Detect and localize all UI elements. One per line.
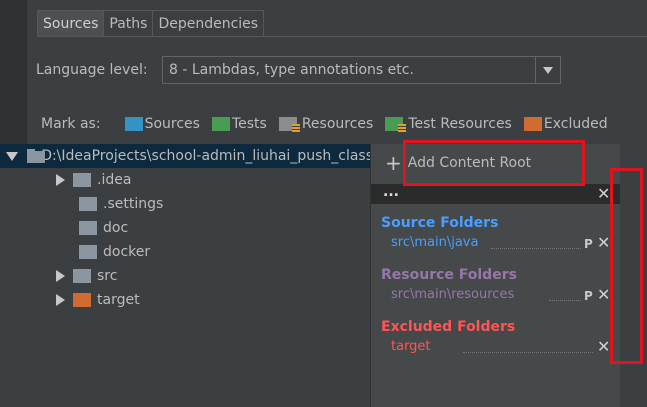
tabs-divider: [37, 36, 647, 37]
mark-as-tests-label: Tests: [231, 116, 267, 132]
mark-as-excluded-label: Excluded: [543, 116, 608, 132]
excluded-folder-icon: [523, 117, 542, 131]
tree-root-label: D:\IdeaProjects\school-admin_liuhai_push…: [41, 148, 373, 164]
language-level-label: Language level:: [36, 62, 148, 78]
remove-source-folder-close-icon[interactable]: ✕: [597, 235, 610, 251]
tree-item-label: doc: [103, 220, 129, 236]
tree-item-label: .settings: [103, 196, 164, 212]
tree-item-label: target: [97, 292, 140, 308]
mark-as-resources-button[interactable]: Resources: [278, 116, 374, 132]
resources-folder-icon: [278, 117, 300, 132]
mark-as-test-resources-label: Test Resources: [408, 116, 512, 132]
mark-as-test-resources-button[interactable]: Test Resources: [385, 116, 512, 132]
excluded-folder-path[interactable]: target: [391, 339, 431, 354]
mark-as-resources-label: Resources: [301, 116, 374, 132]
tree-item-idea[interactable]: .idea: [0, 168, 131, 192]
tree-item-target[interactable]: target: [0, 288, 140, 312]
remove-resource-folder-close-icon[interactable]: ✕: [597, 287, 610, 303]
excluded-folder-icon: [73, 293, 91, 307]
folder-icon: [79, 221, 97, 235]
folder-icon: [27, 149, 45, 163]
mark-as-sources-button[interactable]: Sources: [124, 116, 200, 132]
tree-item-label: docker: [103, 244, 151, 260]
language-level-row: Language level: 8 - Lambdas, type annota…: [36, 56, 561, 84]
tree-item-label: .idea: [97, 172, 132, 188]
mark-as-sources-label: Sources: [144, 116, 200, 132]
source-folders-title: Source Folders: [381, 215, 499, 231]
mark-as-excluded-button[interactable]: Excluded: [523, 116, 608, 132]
content-root-path: ...: [383, 184, 399, 200]
source-folder-dotline: [491, 248, 581, 249]
resource-folder-dotline: [549, 300, 581, 301]
highlight-box-add-root: [403, 140, 585, 186]
collapse-arrow-icon[interactable]: [6, 151, 18, 161]
tab-sources[interactable]: Sources: [37, 10, 105, 36]
mark-as-label: Mark as:: [41, 116, 101, 132]
folder-icon: [79, 197, 97, 211]
package-prefix-icon[interactable]: P: [584, 237, 593, 251]
mark-as-tests-button[interactable]: Tests: [211, 116, 267, 132]
tab-bar: Sources Paths Dependencies: [37, 10, 265, 36]
tree-item-src[interactable]: src: [0, 264, 117, 288]
sources-folder-icon: [124, 117, 143, 131]
mark-as-toolbar: Mark as: Sources Tests Resources Test Re…: [41, 113, 620, 135]
folder-icon: [73, 269, 91, 283]
tab-dependencies[interactable]: Dependencies: [152, 10, 265, 36]
tab-paths[interactable]: Paths: [103, 10, 154, 36]
remove-content-root-close-icon[interactable]: ✕: [597, 186, 610, 202]
folder-icon: [73, 173, 91, 187]
language-level-value: 8 - Lambdas, type annotations etc.: [169, 62, 414, 78]
expand-arrow-icon[interactable]: [56, 294, 65, 306]
content-root-header: ... ✕: [371, 184, 621, 204]
tree-item-label: src: [97, 268, 118, 284]
expand-arrow-icon[interactable]: [56, 174, 65, 186]
package-prefix-icon[interactable]: P: [584, 289, 593, 303]
expand-arrow-icon[interactable]: [56, 270, 65, 282]
test-resources-folder-icon: [385, 117, 407, 132]
tests-folder-icon: [211, 117, 230, 131]
resource-folders-title: Resource Folders: [381, 267, 517, 283]
content-root-tree: D:\IdeaProjects\school-admin_liuhai_push…: [0, 144, 373, 407]
tree-item-docker[interactable]: docker: [0, 240, 150, 264]
remove-excluded-folder-close-icon[interactable]: ✕: [597, 339, 610, 355]
plus-icon: +: [385, 151, 402, 175]
source-folder-path[interactable]: src\main\java: [391, 235, 478, 250]
excluded-folders-title: Excluded Folders: [381, 319, 516, 335]
excluded-folder-dotline: [463, 352, 593, 353]
highlight-box-remove-icons: [610, 168, 643, 364]
tree-item-settings[interactable]: .settings: [0, 192, 163, 216]
dropdown-arrow-icon[interactable]: [535, 57, 560, 83]
folder-icon: [79, 245, 97, 259]
resource-folder-path[interactable]: src\main\resources: [391, 287, 514, 302]
tree-root-row[interactable]: D:\IdeaProjects\school-admin_liuhai_push…: [0, 144, 373, 168]
tree-item-doc[interactable]: doc: [0, 216, 128, 240]
language-level-dropdown[interactable]: 8 - Lambdas, type annotations etc.: [162, 56, 561, 84]
